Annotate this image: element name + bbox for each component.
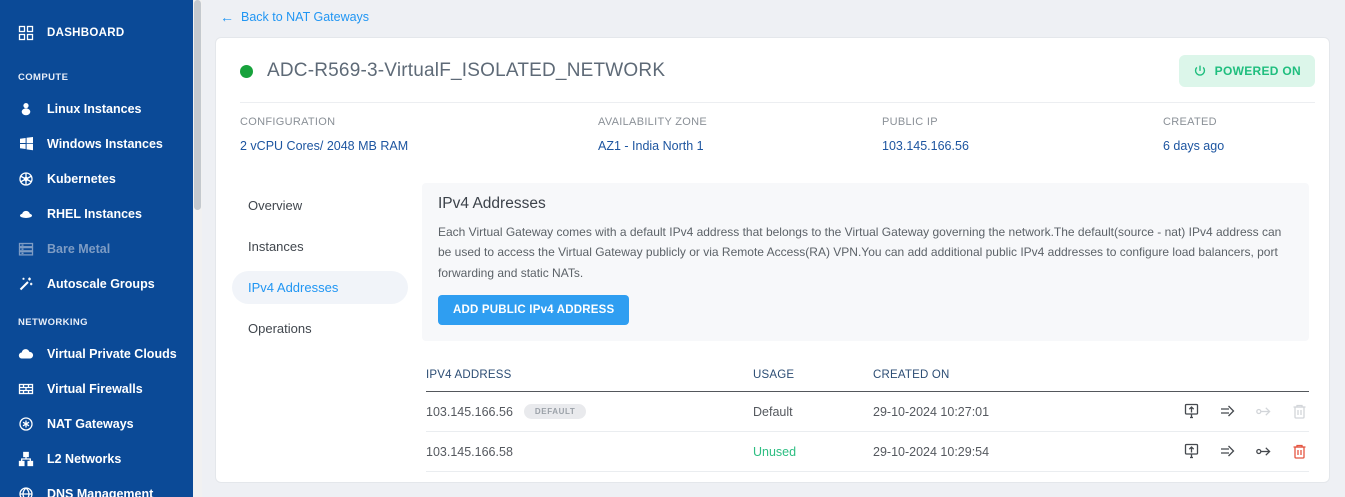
- cloud-icon: [18, 346, 34, 362]
- sidebar-item-label: Virtual Private Clouds: [47, 346, 177, 361]
- usage-value: Unused: [753, 444, 797, 459]
- sidebar-scrollbar[interactable]: [193, 0, 202, 497]
- firewall-icon: [18, 381, 34, 397]
- ipv4-table: IPV4 ADDRESS USAGE CREATED ON 103.145.16…: [422, 363, 1309, 482]
- summary-public-ip: PUBLIC IP 103.145.166.56: [882, 116, 1163, 153]
- sidebar-item-linux-instances[interactable]: Linux Instances: [0, 91, 193, 126]
- detail-subnav: Overview Instances IPv4 Addresses Operat…: [232, 183, 408, 482]
- sidebar-item-kubernetes[interactable]: Kubernetes: [0, 161, 193, 196]
- summary-label: PUBLIC IP: [882, 116, 938, 128]
- sidebar: DASHBOARD COMPUTE Linux Instances Window…: [0, 0, 193, 497]
- source-nat-icon[interactable]: [1254, 442, 1273, 461]
- magic-wand-icon: [18, 276, 34, 292]
- linux-icon: [18, 101, 34, 117]
- network-tree-icon: [18, 451, 34, 467]
- sidebar-item-dashboard[interactable]: DASHBOARD: [0, 14, 193, 52]
- table-row: 103.145.166.56 DEFAULT Default 29-10-202…: [426, 392, 1309, 433]
- table-header: IPV4 ADDRESS USAGE CREATED ON: [426, 363, 1309, 393]
- sidebar-item-label: Kubernetes: [47, 171, 116, 186]
- summary-label: AVAILABILITY ZONE: [598, 116, 708, 128]
- panel-description: Each Virtual Gateway comes with a defaul…: [438, 225, 1282, 280]
- kubernetes-icon: [18, 171, 34, 187]
- gateway-card: ADC-R569-3-VirtualF_ISOLATED_NETWORK POW…: [215, 37, 1330, 483]
- panel-title: IPv4 Addresses: [438, 195, 546, 212]
- gateway-title: ADC-R569-3-VirtualF_ISOLATED_NETWORK: [267, 60, 666, 81]
- column-header-created-on: CREATED ON: [873, 369, 950, 382]
- sidebar-item-label: Windows Instances: [47, 136, 163, 151]
- sidebar-item-label: DNS Management: [47, 486, 154, 497]
- tab-operations[interactable]: Operations: [232, 312, 408, 345]
- sidebar-item-label: RHEL Instances: [47, 206, 142, 221]
- summary-configuration: CONFIGURATION 2 vCPU Cores/ 2048 MB RAM: [240, 116, 598, 153]
- sidebar-item-virtual-firewalls[interactable]: Virtual Firewalls: [0, 371, 193, 406]
- sidebar-item-l2-networks[interactable]: L2 Networks: [0, 441, 193, 476]
- tab-overview[interactable]: Overview: [232, 189, 408, 222]
- summary-value: 2 vCPU Cores/ 2048 MB RAM: [240, 139, 409, 153]
- summary-value: 6 days ago: [1163, 139, 1225, 153]
- main-content: ← Back to NAT Gateways ADC-R569-3-Virtua…: [202, 0, 1345, 497]
- ip-address: 103.145.166.56: [426, 404, 513, 419]
- summary-created: CREATED 6 days ago: [1163, 116, 1305, 153]
- default-badge: DEFAULT: [523, 404, 587, 420]
- static-nat-icon[interactable]: [1218, 442, 1237, 461]
- windows-icon: [18, 136, 34, 152]
- sidebar-item-nat-gateways[interactable]: NAT Gateways: [0, 406, 193, 441]
- sidebar-item-label: Linux Instances: [47, 101, 142, 116]
- summary-value: AZ1 - India North 1: [598, 139, 704, 153]
- sidebar-item-label: Autoscale Groups: [47, 276, 155, 291]
- add-public-ipv4-button[interactable]: ADD PUBLIC IPv4 ADDRESS: [438, 295, 630, 326]
- summary-label: CONFIGURATION: [240, 116, 336, 128]
- summary-value: 103.145.166.56: [882, 139, 969, 153]
- source-nat-icon[interactable]: [1254, 402, 1273, 421]
- globe-icon: [18, 486, 34, 497]
- sidebar-item-label: DASHBOARD: [47, 27, 125, 39]
- status-dot-green: [240, 64, 253, 78]
- tab-instances[interactable]: Instances: [232, 230, 408, 263]
- sidebar-section-compute: COMPUTE: [18, 72, 69, 83]
- summary-label: CREATED: [1163, 116, 1217, 128]
- back-arrow-icon: ←: [220, 9, 234, 25]
- table-row: 103.145.166.58 Unused 29-10-2024 10:29:5…: [426, 432, 1309, 473]
- sidebar-item-dns-management[interactable]: DNS Management: [0, 476, 193, 497]
- app-window: DASHBOARD COMPUTE Linux Instances Window…: [0, 0, 1345, 497]
- ip-address: 103.145.166.58: [426, 444, 513, 459]
- power-icon: [1194, 65, 1205, 76]
- port-forwarding-icon[interactable]: [1182, 402, 1201, 421]
- powered-on-badge[interactable]: POWERED ON: [1178, 55, 1315, 87]
- sidebar-section-networking: NETWORKING: [18, 317, 88, 328]
- sidebar-item-label: NAT Gateways: [47, 416, 134, 431]
- port-forwarding-icon[interactable]: [1182, 442, 1201, 461]
- sidebar-item-label: Virtual Firewalls: [47, 381, 143, 396]
- redhat-icon: [18, 206, 34, 222]
- sidebar-item-autoscale-groups[interactable]: Autoscale Groups: [0, 266, 193, 301]
- delete-icon[interactable]: [1290, 442, 1309, 461]
- server-icon: [18, 241, 34, 257]
- sidebar-item-label: L2 Networks: [47, 451, 122, 466]
- created-on-value: 29-10-2024 10:27:01: [873, 404, 990, 419]
- summary-availability-zone: AVAILABILITY ZONE AZ1 - India North 1: [598, 116, 882, 153]
- column-header-ipv4-address: IPV4 ADDRESS: [426, 369, 512, 382]
- summary-row: CONFIGURATION 2 vCPU Cores/ 2048 MB RAM …: [216, 103, 1329, 173]
- static-nat-icon[interactable]: [1218, 402, 1237, 421]
- dashboard-icon: [18, 25, 34, 41]
- delete-icon[interactable]: [1290, 402, 1309, 421]
- sidebar-item-bare-metal[interactable]: Bare Metal: [0, 231, 193, 266]
- sidebar-item-rhel-instances[interactable]: RHEL Instances: [0, 196, 193, 231]
- column-header-usage: USAGE: [753, 369, 795, 382]
- sidebar-item-windows-instances[interactable]: Windows Instances: [0, 126, 193, 161]
- usage-value: Default: [753, 404, 793, 419]
- back-to-nat-gateways-link[interactable]: ← Back to NAT Gateways: [220, 10, 369, 24]
- sidebar-item-label: Bare Metal: [47, 241, 111, 256]
- sidebar-item-virtual-private-clouds[interactable]: Virtual Private Clouds: [0, 336, 193, 371]
- ipv4-panel: IPv4 Addresses Each Virtual Gateway come…: [422, 183, 1309, 342]
- created-on-value: 29-10-2024 10:29:54: [873, 444, 990, 459]
- nat-gateway-icon: [18, 416, 34, 432]
- scrollbar-thumb[interactable]: [194, 0, 201, 210]
- tab-ipv4-addresses[interactable]: IPv4 Addresses: [232, 271, 408, 304]
